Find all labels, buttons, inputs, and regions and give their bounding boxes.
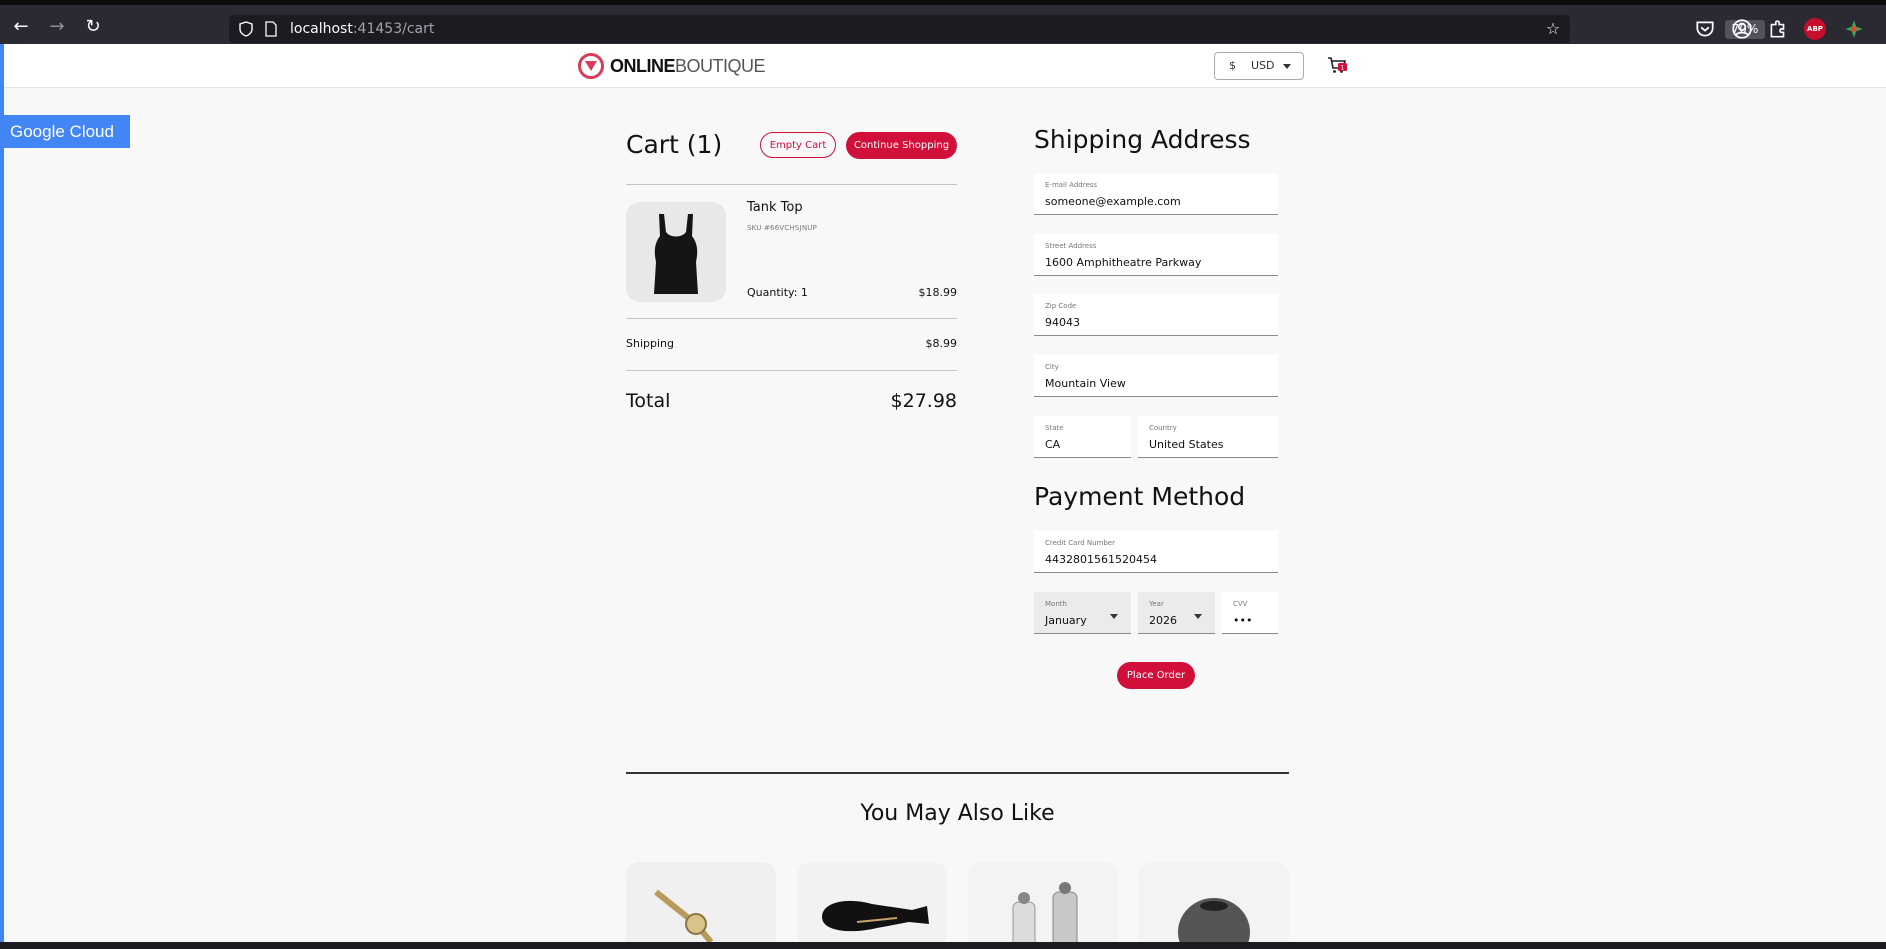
empty-cart-button[interactable]: Empty Cart: [760, 132, 836, 158]
url-text: localhost:41453/cart: [290, 21, 434, 37]
recommendation-candle-holder[interactable]: [1139, 862, 1289, 942]
total-value: $27.98: [890, 390, 957, 412]
email-field[interactable]: E-mail Address someone@example.com: [1034, 173, 1278, 215]
payment-method-title: Payment Method: [1034, 482, 1246, 511]
recommendation-watch[interactable]: [626, 862, 776, 942]
shipping-value: $8.99: [925, 337, 958, 350]
forward-icon[interactable]: →: [45, 15, 69, 39]
account-icon[interactable]: [1731, 18, 1753, 40]
email-value: someone@example.com: [1045, 195, 1181, 208]
caret-down-icon: [1110, 614, 1118, 619]
page-icon: [265, 21, 277, 37]
city-label: City: [1045, 363, 1059, 371]
zip-value: 94043: [1045, 316, 1080, 329]
cvv-label: CVV: [1233, 600, 1248, 608]
street-label: Street Address: [1045, 242, 1097, 250]
month-select[interactable]: Month January: [1034, 592, 1131, 634]
site-header: ONLINE BOUTIQUE $ USD 1: [4, 44, 1886, 88]
street-value: 1600 Amphitheatre Parkway: [1045, 256, 1202, 269]
currency-select[interactable]: $ USD: [1214, 52, 1304, 80]
logo-icon: [578, 53, 604, 79]
state-field[interactable]: State CA: [1034, 416, 1131, 458]
address-bar[interactable]: localhost:41453/cart 70% ☆: [229, 15, 1765, 43]
zip-code-field[interactable]: Zip Code 94043: [1034, 294, 1278, 336]
candle-holder-image: [1139, 862, 1289, 942]
logo-text-boutique: BOUTIQUE: [675, 55, 766, 76]
page-viewport: ONLINE BOUTIQUE $ USD 1 Google Cloud Cart…: [0, 44, 1886, 942]
product-price: $18.99: [918, 286, 958, 299]
logo-text-online: ONLINE: [610, 55, 676, 76]
url-path: :41453/cart: [352, 21, 435, 37]
year-select[interactable]: Year 2026: [1138, 592, 1215, 634]
place-order-button[interactable]: Place Order: [1117, 662, 1195, 689]
cart-title: Cart (1): [626, 130, 723, 159]
divider: [626, 370, 957, 371]
continue-shopping-button[interactable]: Continue Shopping: [846, 132, 957, 159]
divider: [626, 184, 957, 185]
city-value: Mountain View: [1045, 377, 1126, 390]
left-accent-bar: [0, 44, 4, 942]
caret-down-icon: [1194, 614, 1202, 619]
credit-card-field[interactable]: Credit Card Number 4432801561520454: [1034, 531, 1278, 573]
cart-icon[interactable]: 1: [1326, 54, 1348, 76]
bookmark-star-icon[interactable]: ☆: [1542, 18, 1564, 40]
divider: [626, 318, 957, 319]
browser-toolbar: ← → ↻ localhost:41453/cart 70% ☆ ABP: [0, 5, 1886, 44]
total-label: Total: [626, 390, 671, 412]
credit-card-value: 4432801561520454: [1045, 553, 1157, 566]
country-label: Country: [1149, 424, 1177, 432]
product-name[interactable]: Tank Top: [747, 200, 803, 215]
credit-card-label: Credit Card Number: [1045, 539, 1115, 547]
shipping-address-title: Shipping Address: [1034, 125, 1251, 154]
cvv-field[interactable]: CVV •••: [1222, 592, 1278, 634]
salt-pepper-image: [968, 862, 1118, 942]
adblock-plus-icon[interactable]: ABP: [1804, 18, 1826, 40]
hair-dryer-image: [797, 862, 947, 942]
country-field[interactable]: Country United States: [1138, 416, 1278, 458]
pocket-icon[interactable]: [1694, 18, 1716, 40]
you-may-also-like-title: You May Also Like: [860, 801, 1055, 826]
cvv-value: •••: [1233, 614, 1253, 627]
recommendation-salt-pepper[interactable]: [968, 862, 1118, 942]
colorful-extension-icon[interactable]: [1843, 18, 1865, 40]
tank-top-image: [626, 202, 726, 302]
reload-icon[interactable]: ↻: [81, 15, 105, 39]
state-value: CA: [1045, 438, 1061, 451]
product-sku: SKU #66VCHSJNUP: [747, 224, 817, 232]
zip-label: Zip Code: [1045, 302, 1077, 310]
caret-down-icon: [1283, 64, 1291, 69]
product-quantity: Quantity: 1: [747, 286, 808, 299]
back-icon[interactable]: ←: [9, 15, 33, 39]
product-image[interactable]: [626, 202, 726, 302]
svg-text:1: 1: [1341, 65, 1345, 72]
watch-image: [626, 862, 776, 942]
country-value: United States: [1149, 438, 1224, 451]
site-logo[interactable]: ONLINE BOUTIQUE: [578, 51, 766, 81]
currency-code: USD: [1251, 59, 1275, 72]
url-host: localhost: [290, 21, 353, 37]
state-label: State: [1045, 424, 1064, 432]
year-label: Year: [1149, 600, 1164, 608]
section-divider: [626, 772, 1289, 774]
shield-icon: [239, 21, 253, 37]
recommendation-hair-dryer[interactable]: [797, 862, 947, 942]
month-label: Month: [1045, 600, 1067, 608]
currency-symbol: $: [1229, 59, 1236, 72]
bottom-edge: [0, 942, 1886, 949]
email-label: E-mail Address: [1045, 181, 1098, 189]
extensions-icon[interactable]: [1767, 18, 1789, 40]
month-value: January: [1045, 614, 1087, 627]
google-cloud-banner: Google Cloud: [0, 115, 130, 148]
city-field[interactable]: City Mountain View: [1034, 355, 1278, 397]
year-value: 2026: [1149, 614, 1177, 627]
shipping-label: Shipping: [626, 337, 674, 350]
street-address-field[interactable]: Street Address 1600 Amphitheatre Parkway: [1034, 234, 1278, 276]
